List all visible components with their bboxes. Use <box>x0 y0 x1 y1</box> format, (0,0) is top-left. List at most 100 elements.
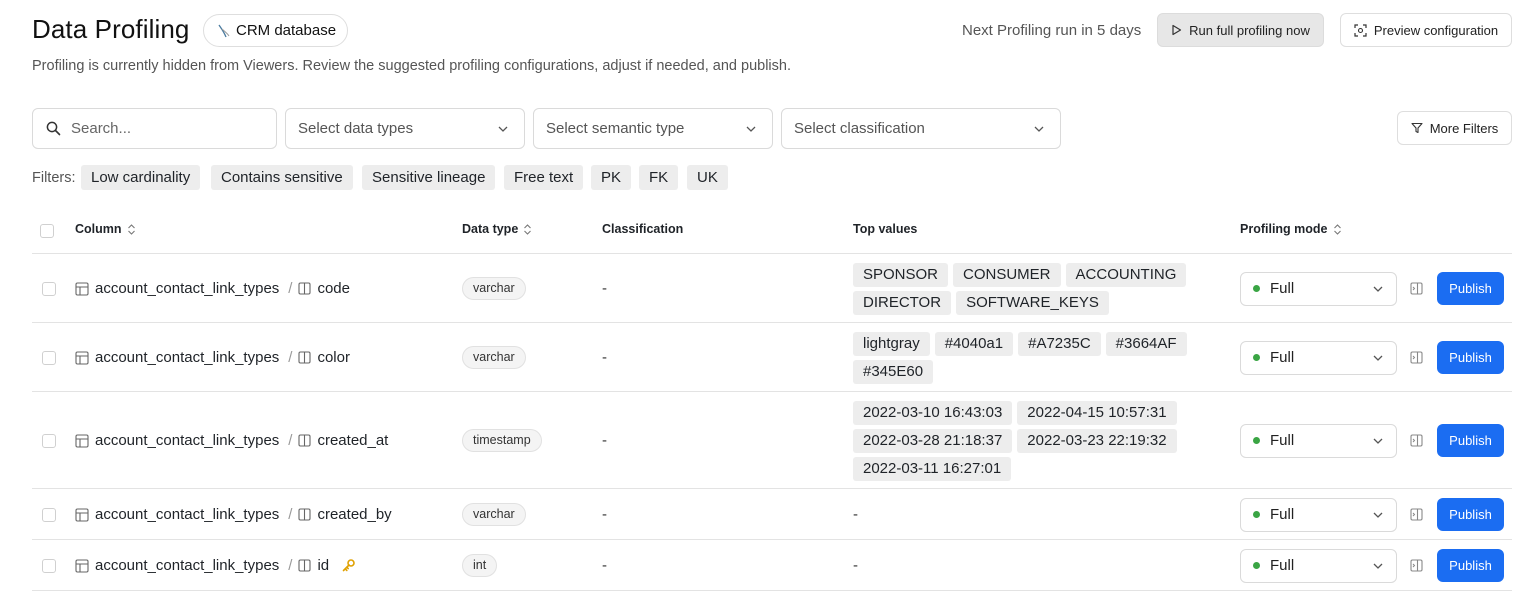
chevron-down-icon <box>746 126 756 132</box>
side-panel-button[interactable] <box>1410 350 1423 369</box>
column-name: code <box>317 280 350 297</box>
key-icon <box>342 559 355 572</box>
filter-icon <box>1411 122 1423 134</box>
side-panel-button[interactable] <box>1410 507 1423 526</box>
profiling-mode-value: Full <box>1270 432 1295 449</box>
database-icon <box>218 24 230 37</box>
publish-button[interactable]: Publish <box>1437 497 1504 531</box>
classification-value: - <box>602 556 607 574</box>
profiling-mode-select[interactable]: Full <box>1240 423 1397 458</box>
side-panel-button[interactable] <box>1410 281 1423 300</box>
classification-placeholder: Select classification <box>794 120 925 137</box>
filter-chip-uk[interactable]: UK <box>687 165 728 190</box>
search-icon <box>46 121 61 136</box>
chevron-down-icon <box>1373 512 1383 518</box>
data-types-select[interactable]: Select data types <box>285 108 525 149</box>
row-checkbox[interactable] <box>42 281 56 296</box>
table-name: account_contact_link_types <box>95 506 280 523</box>
data-type-cell: varchar <box>462 276 526 300</box>
scan-icon <box>1354 23 1367 37</box>
column-header-data-type[interactable]: Data type <box>462 222 532 236</box>
data-type-badge: varchar <box>462 345 526 369</box>
path-separator: / <box>288 506 293 523</box>
filter-chip-low-cardinality[interactable]: Low cardinality <box>81 165 201 190</box>
column-name-cell[interactable]: account_contact_link_types / code <box>75 279 350 299</box>
filter-chip-sensitive-lineage[interactable]: Sensitive lineage <box>362 165 496 190</box>
semantic-type-select[interactable]: Select semantic type <box>533 108 773 149</box>
profiling-mode-select[interactable]: Full <box>1240 271 1397 306</box>
data-type-cell: int <box>462 553 498 577</box>
publish-button[interactable]: Publish <box>1437 340 1504 374</box>
side-panel-icon <box>1410 350 1423 364</box>
top-values-cell: 2022-03-10 16:43:03 2022-04-15 10:57:31 20… <box>853 400 1213 481</box>
column-header-profiling-mode[interactable]: Profiling mode <box>1240 222 1342 236</box>
column-name-cell[interactable]: account_contact_link_types / color <box>75 348 350 368</box>
row-checkbox[interactable] <box>42 558 56 573</box>
filter-chip-free-text[interactable]: Free text <box>504 165 584 190</box>
top-values-cell: SPONSOR CONSUMER ACCOUNTING DIRECTOR SOFTWAR… <box>853 262 1213 315</box>
classification-value: - <box>602 279 607 297</box>
path-separator: / <box>288 280 293 297</box>
profiling-mode-header-label: Profiling mode <box>1240 222 1328 236</box>
column-name: created_by <box>317 506 392 523</box>
run-full-profiling-button[interactable]: Run full profiling now <box>1157 13 1324 47</box>
side-panel-icon <box>1410 433 1423 447</box>
preview-configuration-label: Preview configuration <box>1373 22 1499 38</box>
publish-button[interactable]: Publish <box>1437 548 1504 582</box>
column-header-column[interactable]: Column <box>75 222 136 236</box>
profiling-mode-select[interactable]: Full <box>1240 340 1397 375</box>
column-name-cell[interactable]: account_contact_link_types / created_at <box>75 431 388 451</box>
column-name-cell[interactable]: account_contact_link_types / id <box>75 556 356 576</box>
data-type-badge: int <box>462 553 498 577</box>
top-value-chip: lightgray <box>853 331 930 356</box>
run-full-profiling-label: Run full profiling now <box>1189 22 1310 38</box>
column-icon <box>298 508 312 521</box>
side-panel-button[interactable] <box>1410 433 1423 452</box>
table-icon <box>75 281 89 296</box>
classification-select[interactable]: Select classification <box>781 108 1061 149</box>
top-value-chip: #345E60 <box>853 359 934 384</box>
publish-button[interactable]: Publish <box>1437 423 1504 457</box>
table-icon <box>75 433 89 448</box>
top-value-chip: 2022-03-10 16:43:03 <box>853 400 1013 425</box>
filter-chip-pk[interactable]: PK <box>591 165 632 190</box>
publish-button[interactable]: Publish <box>1437 271 1504 305</box>
database-chip[interactable]: CRM database <box>203 14 349 47</box>
data-type-badge: varchar <box>462 502 526 526</box>
table-icon <box>75 558 89 573</box>
top-values-cell: lightgray #4040a1 #A7235C #3664AF #345E60 <box>853 331 1213 384</box>
search-box[interactable] <box>32 108 277 149</box>
filter-chip-fk[interactable]: FK <box>639 165 679 190</box>
search-input[interactable] <box>71 120 251 137</box>
table-header: Column Data type Classification Top valu… <box>32 207 1512 254</box>
top-value-chip: 2022-03-28 21:18:37 <box>853 428 1013 453</box>
profiling-mode-select[interactable]: Full <box>1240 548 1397 583</box>
column-header-classification: Classification <box>602 222 683 236</box>
next-run-text: Next Profiling run in 5 days <box>962 22 1142 39</box>
table-row: account_contact_link_types / created_by var… <box>32 489 1512 540</box>
status-dot <box>1253 562 1260 569</box>
column-header-label: Column <box>75 222 122 236</box>
row-checkbox[interactable] <box>42 433 56 448</box>
profiling-mode-select[interactable]: Full <box>1240 497 1397 532</box>
side-panel-button[interactable] <box>1410 558 1423 577</box>
data-type-badge: varchar <box>462 276 526 300</box>
column-name-cell[interactable]: account_contact_link_types / created_by <box>75 505 392 525</box>
chevron-down-icon <box>1373 438 1383 444</box>
row-checkbox[interactable] <box>42 350 56 365</box>
top-value-chip: 2022-03-23 22:19:32 <box>1017 428 1177 453</box>
more-filters-button[interactable]: More Filters <box>1397 111 1512 145</box>
sort-icon <box>127 223 135 235</box>
column-icon <box>298 351 312 364</box>
select-all-checkbox[interactable] <box>40 224 54 238</box>
side-panel-icon <box>1410 507 1423 521</box>
column-icon <box>298 282 312 295</box>
top-value-chip: 2022-03-11 16:27:01 <box>853 456 1012 481</box>
filter-chip-contains-sensitive[interactable]: Contains sensitive <box>211 165 353 190</box>
status-dot <box>1253 285 1260 292</box>
table-row: account_contact_link_types / created_at tim… <box>32 392 1512 489</box>
preview-configuration-button[interactable]: Preview configuration <box>1340 13 1512 47</box>
classification-header-label: Classification <box>602 222 684 236</box>
row-checkbox[interactable] <box>42 507 56 522</box>
table-row: account_contact_link_types / id int - - Full Pu… <box>32 540 1512 591</box>
